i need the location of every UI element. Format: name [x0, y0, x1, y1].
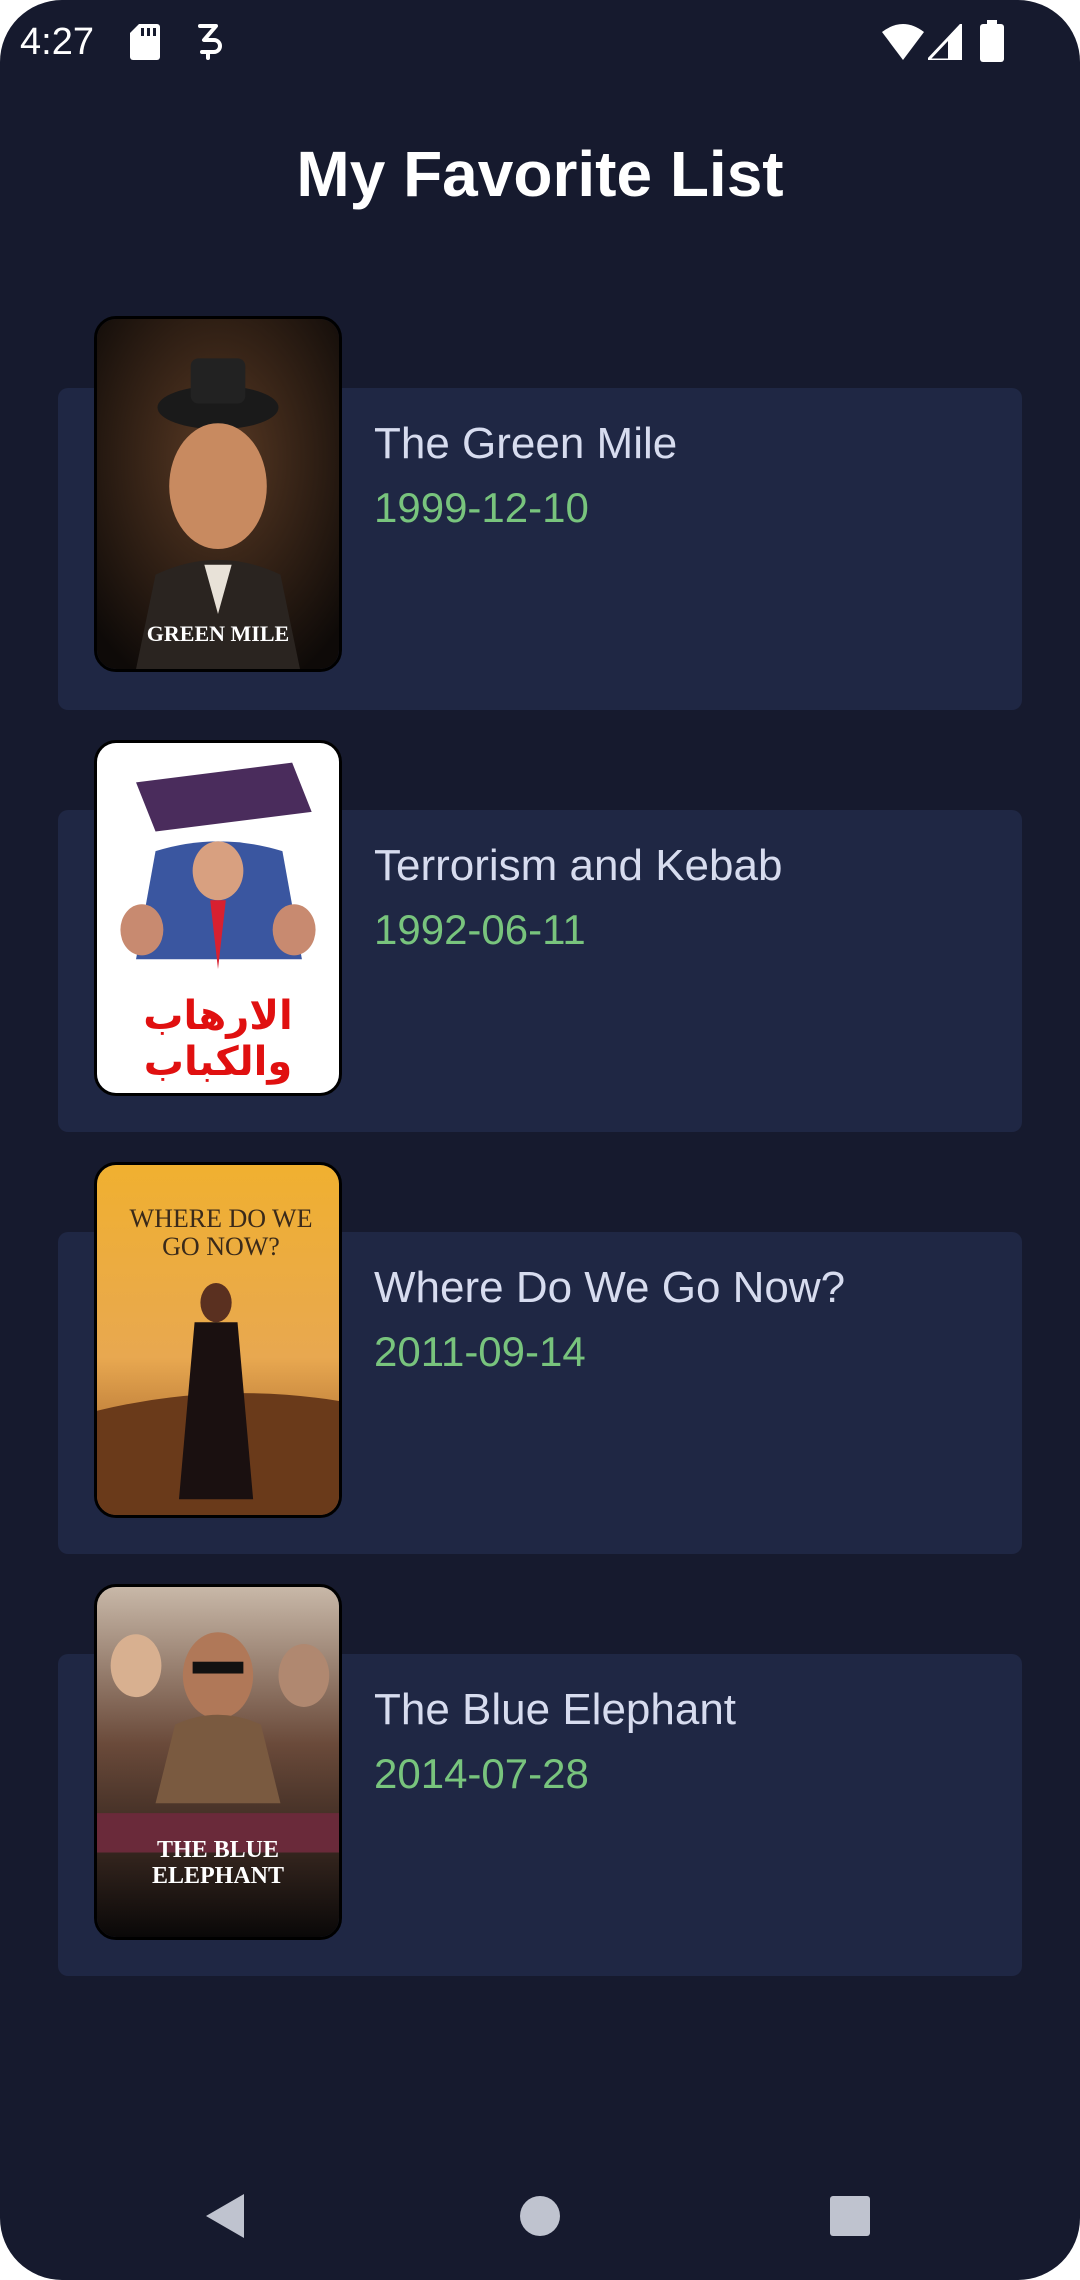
home-icon[interactable] [518, 2194, 562, 2238]
movie-date: 1999-12-10 [374, 484, 589, 531]
navigation-bar [0, 2160, 1080, 2280]
movie-poster[interactable]: GREEN MILE [94, 316, 342, 672]
movie-title: Where Do We Go Now? [374, 1263, 846, 1312]
movie-date: 2011-09-14 [374, 1328, 586, 1375]
sim-icon [198, 24, 222, 60]
movie-date: 1992-06-11 [374, 906, 586, 953]
movie-title: The Blue Elephant [374, 1685, 737, 1734]
recents-icon[interactable] [830, 2196, 870, 2236]
back-icon[interactable] [204, 2192, 246, 2240]
signal-icon [928, 24, 962, 60]
sd-card-icon [130, 24, 160, 60]
movie-poster[interactable]: الارهاب والكباب [94, 740, 342, 1096]
status-bar: 4:27 [0, 0, 1080, 84]
poster-caption: THE BLUE ELEPHANT [151, 1837, 285, 1889]
battery-icon [980, 20, 1004, 62]
movie-title: The Green Mile [374, 419, 678, 468]
poster-caption: WHERE DO WE GO NOW? [129, 1204, 313, 1261]
status-time: 4:27 [20, 21, 94, 63]
app-screen: 4:27 My Favorite List GREEN MILE The Gre… [0, 0, 1080, 2280]
poster-caption: GREEN MILE [146, 621, 290, 646]
wifi-icon [882, 24, 924, 60]
movie-title: Terrorism and Kebab [374, 841, 783, 890]
poster-caption: الارهاب والكباب [143, 993, 293, 1085]
page-title: My Favorite List [296, 138, 784, 210]
movie-poster[interactable]: WHERE DO WE GO NOW? [94, 1162, 342, 1518]
movie-poster[interactable]: THE BLUE ELEPHANT [94, 1584, 342, 1940]
movie-date: 2014-07-28 [374, 1750, 589, 1797]
